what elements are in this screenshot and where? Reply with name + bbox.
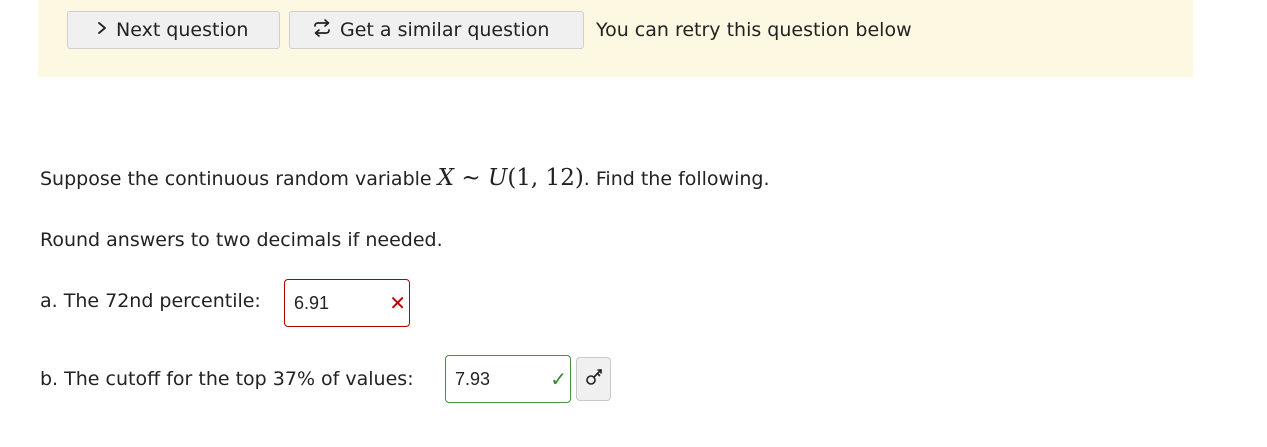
question-math: X ∼ U(1, 12)	[438, 165, 584, 191]
part-b-label: b. The cutoff for the top 37% of values:	[40, 368, 414, 390]
part-a-answer-input[interactable]: 6.91 ✕	[284, 279, 410, 327]
similar-question-label: Get a similar question	[340, 19, 550, 41]
key-icon	[584, 367, 604, 391]
part-b-answer-input[interactable]: 7.93 ✓	[445, 355, 571, 403]
math-distribution: U	[487, 165, 508, 191]
math-relation: ∼	[461, 165, 481, 191]
part-a-answer-value: 6.91	[294, 292, 330, 313]
show-answer-button[interactable]	[576, 357, 611, 401]
question-intro-before: Suppose the continuous random variable	[40, 168, 438, 190]
x-mark-icon: ✕	[389, 291, 406, 315]
repeat-icon	[312, 18, 332, 43]
math-params: (1, 12)	[507, 165, 584, 191]
part-a-label: a. The 72nd percentile:	[40, 290, 261, 312]
next-question-label: Next question	[116, 19, 249, 41]
rounding-note: Round answers to two decimals if needed.	[40, 229, 443, 251]
question-intro-after: . Find the following.	[583, 168, 770, 190]
check-mark-icon: ✓	[550, 367, 567, 391]
retry-message: You can retry this question below	[596, 19, 912, 41]
math-variable: X	[437, 165, 455, 191]
similar-question-button[interactable]: Get a similar question	[289, 11, 584, 49]
part-b-answer-value: 7.93	[455, 368, 491, 389]
question-intro: Suppose the continuous random variable X…	[40, 165, 770, 191]
chevron-right-icon	[96, 20, 108, 40]
next-question-button[interactable]: Next question	[67, 11, 280, 49]
